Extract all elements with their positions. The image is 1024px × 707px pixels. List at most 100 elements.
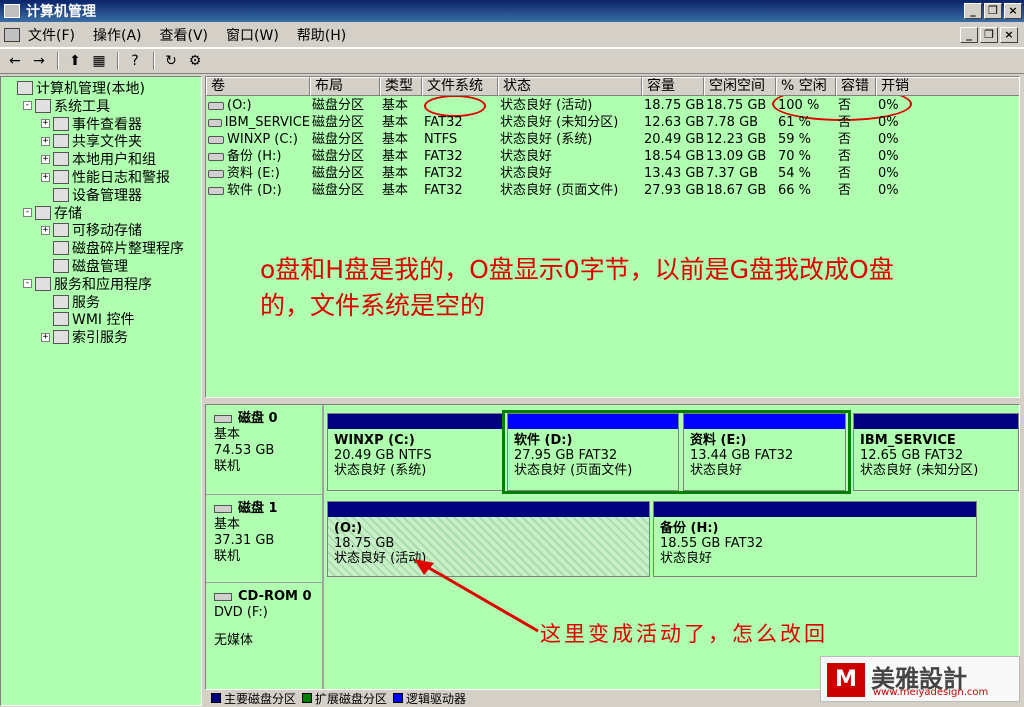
partition-name: 备份 (H:) xyxy=(660,521,719,536)
column-header[interactable]: 空闲空间 xyxy=(704,77,776,96)
forward-arrow-icon[interactable]: → xyxy=(28,51,50,71)
tree-item[interactable]: - 服务和应用程序 xyxy=(23,275,152,293)
partition-e[interactable]: 资料 (E:) 13.44 GB FAT32 状态良好 xyxy=(683,413,846,491)
column-header[interactable]: 状态 xyxy=(498,77,642,96)
menu-file[interactable]: 文件(F) xyxy=(28,25,75,45)
table-cell: 基本 xyxy=(382,98,409,113)
close-button[interactable]: × xyxy=(1004,3,1022,19)
tree-item[interactable]: 磁盘管理 xyxy=(41,257,128,275)
column-header[interactable]: 文件系统 xyxy=(422,77,498,96)
volume-label: 备份 (H:) xyxy=(227,149,282,164)
annotation-text: o盘和H盘是我的，O盘显示0字节，以前是G盘我改成O盘的，文件系统是空的 xyxy=(260,255,894,320)
tree-node-icon xyxy=(53,170,69,184)
table-cell: 状态良好 (活动) xyxy=(500,98,593,113)
disk-state: 联机 xyxy=(214,549,241,564)
tree-node-icon xyxy=(53,116,69,131)
column-header[interactable]: 开销 xyxy=(876,77,1019,96)
disk-type: DVD (F:) xyxy=(214,605,268,620)
tree-item[interactable]: + 共享文件夹 xyxy=(41,132,142,150)
mdi-close-button[interactable]: × xyxy=(1000,27,1018,43)
table-cell: 61 % xyxy=(778,115,812,130)
disk-1-label[interactable]: 磁盘 1 基本 37.31 GB 联机 xyxy=(206,495,324,583)
tree-expander-icon[interactable]: + xyxy=(41,172,50,182)
hard-disk-icon xyxy=(214,415,232,423)
mdi-window-icon[interactable] xyxy=(4,27,20,42)
up-folder-icon[interactable]: ⬆ xyxy=(64,51,86,71)
table-cell: 否 xyxy=(838,132,852,147)
refresh-icon[interactable]: ↻ xyxy=(160,51,182,71)
hard-disk-icon xyxy=(214,505,232,513)
table-cell: 0% xyxy=(878,98,899,113)
cdrom-label[interactable]: CD-ROM 0 DVD (F:) 无媒体 xyxy=(206,583,324,689)
tree-item[interactable]: + 可移动存储 xyxy=(41,221,142,239)
tree-item[interactable]: + 索引服务 xyxy=(41,328,128,346)
column-header[interactable]: 容量 xyxy=(642,77,704,96)
toolbar-separator xyxy=(117,52,119,70)
table-cell: 66 % xyxy=(778,183,812,198)
column-header[interactable]: 布局 xyxy=(310,77,380,96)
console-tree: 计算机管理(本地) - 系统工具 + 事件查看器 + 共享文件夹 + 本地用户和组 + 性能日志和警… xyxy=(0,76,202,706)
partition-d[interactable]: 软件 (D:) 27.95 GB FAT32 状态良好 (页面文件) xyxy=(507,413,679,491)
tree-expander-icon[interactable]: - xyxy=(23,279,32,289)
partition-h[interactable]: 备份 (H:) 18.55 GB FAT32 状态良好 xyxy=(653,501,977,577)
tree-item-label: 设备管理器 xyxy=(72,187,142,204)
column-header[interactable]: 卷 xyxy=(206,77,310,96)
disk-0-label[interactable]: 磁盘 0 基本 74.53 GB 联机 xyxy=(206,405,324,495)
legend-swatch-logical xyxy=(393,693,404,703)
tree-item[interactable]: 设备管理器 xyxy=(41,186,142,204)
tree-item-label: 服务和应用程序 xyxy=(54,276,152,293)
help-icon[interactable]: ? xyxy=(124,51,146,71)
tree-item[interactable]: 服务 xyxy=(41,293,100,311)
tree-expander-icon[interactable]: + xyxy=(41,154,50,164)
tree-expander-icon[interactable]: + xyxy=(41,119,50,129)
tree-expander-icon[interactable]: - xyxy=(23,101,32,111)
table-cell: 7.37 GB xyxy=(706,166,759,181)
tree-expander-icon[interactable]: + xyxy=(41,225,50,235)
back-arrow-icon[interactable]: ← xyxy=(4,51,26,71)
tree-item[interactable]: WMI 控件 xyxy=(41,310,135,328)
volume-name-cell[interactable]: 备份 (H:) xyxy=(208,148,310,165)
mdi-restore-button[interactable]: ❐ xyxy=(980,27,998,43)
volume-name-cell[interactable]: 资料 (E:) xyxy=(208,165,310,182)
partition-c[interactable]: WINXP (C:) 20.49 GB NTFS 状态良好 (系统) xyxy=(327,413,503,491)
properties-icon[interactable]: ⚙ xyxy=(184,51,206,71)
menu-bar: 文件(F) 操作(A) 查看(V) 窗口(W) 帮助(H) _ ❐ × xyxy=(0,22,1024,48)
disk-state: 无媒体 xyxy=(214,633,254,648)
tree-item[interactable]: - 系统工具 xyxy=(23,97,110,115)
title-bar: 计算机管理 _ ❐ × xyxy=(0,0,1024,22)
restore-button[interactable]: ❐ xyxy=(984,3,1002,19)
disk-state: 联机 xyxy=(214,459,241,474)
column-header[interactable]: 容错 xyxy=(836,77,876,96)
window-title: 计算机管理 xyxy=(26,4,96,20)
tree-node-icon xyxy=(35,98,51,113)
tree-node-icon xyxy=(53,134,69,149)
tree-expander-icon[interactable]: + xyxy=(41,332,50,342)
menu-window[interactable]: 窗口(W) xyxy=(226,25,279,45)
volume-name-cell[interactable]: WINXP (C:) xyxy=(208,131,310,148)
tree-item[interactable]: + 本地用户和组 xyxy=(41,150,156,168)
tree-item[interactable]: + 事件查看器 xyxy=(41,115,142,133)
column-header[interactable]: 类型 xyxy=(380,77,422,96)
tree-item[interactable]: 计算机管理(本地) xyxy=(5,79,145,97)
volume-name-cell[interactable]: IBM_SERVICE xyxy=(208,114,310,131)
tree-item[interactable]: + 性能日志和警报 xyxy=(41,168,170,186)
show-hide-tree-icon[interactable]: ▦ xyxy=(88,51,110,71)
tree-expander-icon[interactable]: - xyxy=(23,208,32,218)
table-cell: 0% xyxy=(878,149,899,164)
menu-help[interactable]: 帮助(H) xyxy=(297,25,346,45)
column-header[interactable]: % 空闲 xyxy=(776,77,836,96)
volume-name-cell[interactable]: 软件 (D:) xyxy=(208,182,310,199)
tree-node-icon xyxy=(17,81,33,95)
menu-action[interactable]: 操作(A) xyxy=(93,25,142,45)
table-cell: 20.49 GB xyxy=(644,132,704,147)
minimize-button[interactable]: _ xyxy=(964,3,982,19)
tree-item[interactable]: - 存储 xyxy=(23,204,82,222)
menu-view[interactable]: 查看(V) xyxy=(160,25,209,45)
volume-name-cell[interactable]: (O:) xyxy=(208,97,310,114)
tree-item[interactable]: 磁盘碎片整理程序 xyxy=(41,239,184,257)
mdi-minimize-button[interactable]: _ xyxy=(960,27,978,43)
table-cell: 0% xyxy=(878,115,899,130)
partition-detail: 12.65 GB FAT32 xyxy=(860,448,964,463)
partition-ibm-service[interactable]: IBM_SERVICE 12.65 GB FAT32 状态良好 (未知分区) xyxy=(853,413,1019,491)
tree-expander-icon[interactable]: + xyxy=(41,136,50,146)
